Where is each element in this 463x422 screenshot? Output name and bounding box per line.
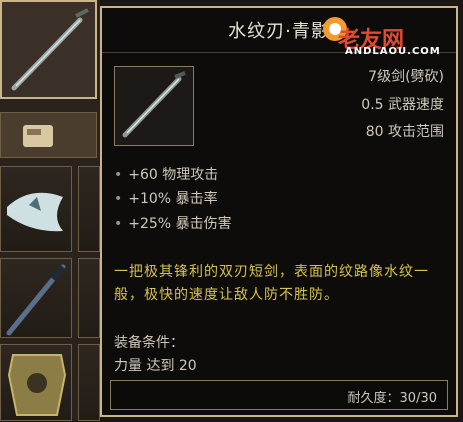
inventory-slot[interactable] <box>78 258 100 338</box>
bonus-text: +60 物理攻击 <box>128 167 219 183</box>
bullet-icon: • <box>114 216 123 232</box>
watermark-url: ANDLAOU.COM <box>345 46 441 57</box>
attack-range: 80 攻击范围 <box>365 124 444 140</box>
sword-icon <box>11 8 89 91</box>
fish-icon <box>7 192 63 232</box>
armor-icon <box>7 354 67 416</box>
requirement-strength: 力量 达到 20 <box>114 358 197 374</box>
item-description: 一把极其锋利的双刃短剑，表面的纹路像水纹一般，极快的速度让敌人防不胜防。 <box>114 264 429 303</box>
weapon-type: 7级剑(劈砍) <box>368 69 444 85</box>
bonus-physical-attack: • +60 物理攻击 <box>114 164 218 184</box>
bullet-icon: • <box>114 167 123 183</box>
durability-bar: 耐久度：30/30 <box>110 380 448 410</box>
item-tooltip: 水纹刃·青影 7级剑(劈砍) 0.5 武器速度 80 攻击范围 • +60 物理攻… <box>100 6 458 417</box>
bonus-text: +25% 暴击伤害 <box>128 216 232 232</box>
requirement-title: 装备条件： <box>114 335 184 351</box>
inventory-slot-armor[interactable] <box>0 344 72 421</box>
bonus-crit-damage: • +25% 暴击伤害 <box>114 213 232 233</box>
scroll-icon <box>23 125 53 147</box>
sword-icon <box>122 71 186 138</box>
inventory-slot-scroll[interactable] <box>0 112 97 158</box>
durability-text: 耐久度：30/30 <box>347 391 437 406</box>
bonus-text: +10% 暴击率 <box>128 191 218 207</box>
inventory-slot-spear[interactable] <box>0 258 72 338</box>
inventory-slot[interactable] <box>78 166 100 252</box>
inventory-slot-sword[interactable] <box>0 0 97 99</box>
inventory-slot[interactable] <box>78 344 100 421</box>
spear-icon <box>6 264 66 336</box>
bonus-crit-rate: • +10% 暴击率 <box>114 188 218 208</box>
inventory-slot-fish[interactable] <box>0 166 72 252</box>
item-icon-frame <box>114 66 194 146</box>
weapon-speed: 0.5 武器速度 <box>361 97 444 113</box>
bullet-icon: • <box>114 191 123 207</box>
